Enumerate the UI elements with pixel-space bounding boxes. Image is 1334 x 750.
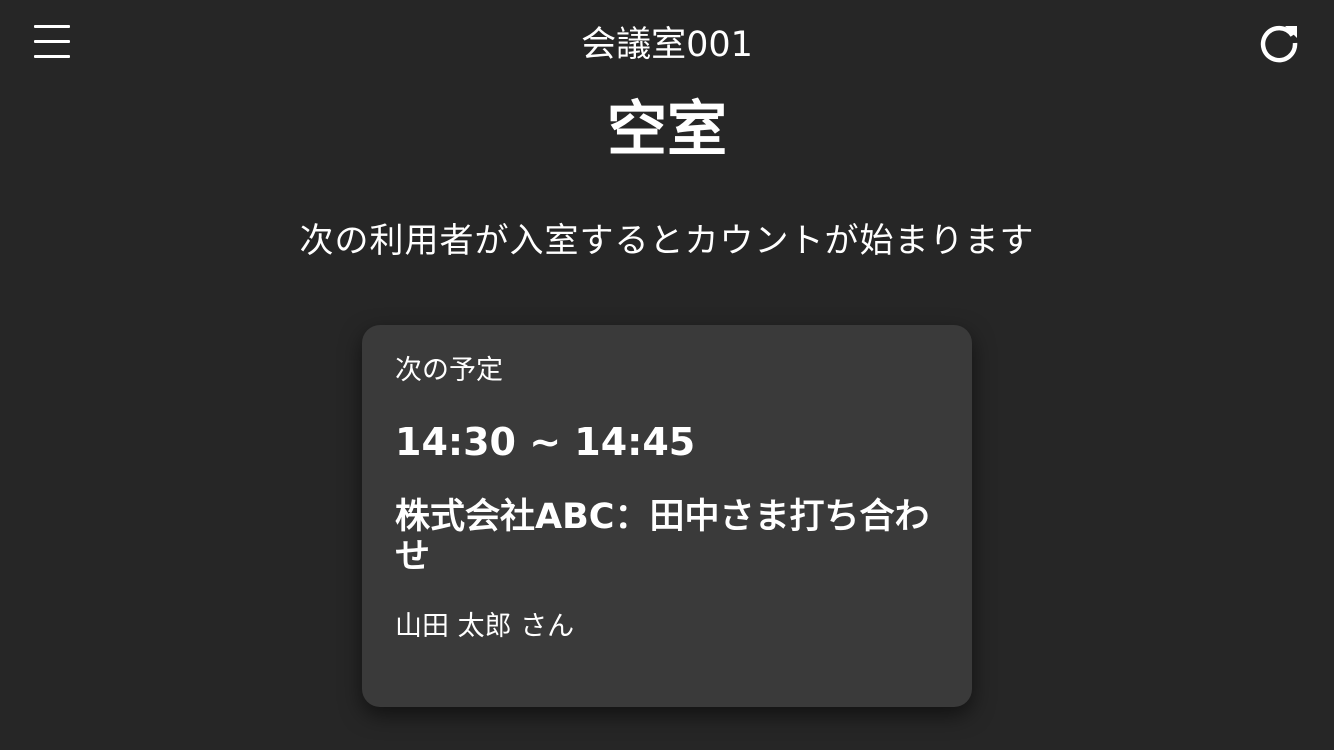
refresh-icon[interactable] [1254,18,1304,68]
next-schedule-title: 株式会社ABC：田中さま打ち合わせ [395,497,930,577]
next-schedule-time: 14:30 ~ 14:45 [395,420,696,464]
next-schedule-organizer: 山田 太郎 さん [395,611,575,642]
next-schedule-card: 次の予定 14:30 ~ 14:45 株式会社ABC：田中さま打ち合わせ 山田 … [362,325,972,707]
room-status-title: 空室 [607,95,727,165]
room-name-title: 会議室001 [581,25,753,65]
next-schedule-label: 次の予定 [395,355,503,386]
status-message: 次の利用者が入室するとカウントが始まります [299,221,1035,261]
refresh-icon-glyph [1260,25,1298,63]
